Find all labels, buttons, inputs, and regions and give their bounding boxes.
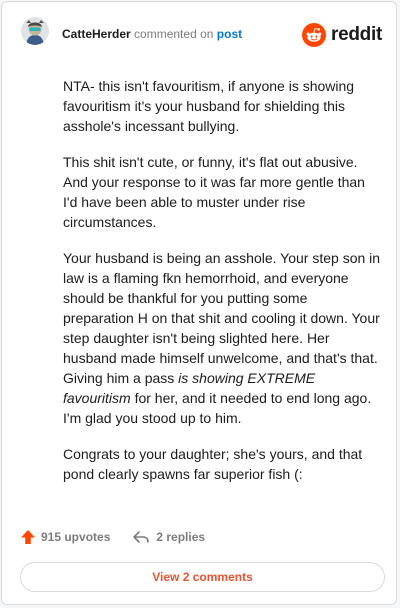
comment-paragraph: NTA- this isn't favouritism, if anyone i…: [63, 76, 381, 136]
comment-card: CatteHerder commented on post reddit NTA…: [1, 1, 397, 605]
reply-count: 2 replies: [156, 530, 206, 544]
avatar-image: [21, 17, 49, 45]
upvote-arrow-icon: [21, 530, 35, 544]
comment-text: This shit isn't cute, or funny, it's fla…: [63, 154, 365, 230]
reddit-wordmark: reddit: [331, 24, 382, 45]
replies-button[interactable]: 2 replies: [132, 529, 205, 545]
comment-header: CatteHerder commented on post reddit: [2, 2, 396, 66]
comment-body: NTA- this isn't favouritism, if anyone i…: [63, 76, 381, 500]
comment-text: Congrats to your daughter; she's yours, …: [63, 446, 363, 482]
post-link[interactable]: post: [217, 27, 242, 41]
comment-text: Your husband is being an asshole. Your s…: [63, 250, 381, 386]
avatar[interactable]: [21, 17, 49, 45]
reddit-snoo-icon: [302, 23, 327, 47]
comment-paragraph: Congrats to your daughter; she's yours, …: [63, 444, 381, 484]
upvote-button[interactable]: 915 upvotes: [20, 529, 110, 545]
comment-paragraph: Your husband is being an asshole. Your s…: [63, 248, 381, 428]
view-comments-button[interactable]: View 2 comments: [20, 562, 385, 592]
upvote-count: 915 upvotes: [41, 530, 111, 544]
reply-arrow-icon: [133, 531, 150, 543]
comment-footer: 915 upvotes 2 replies: [20, 526, 205, 548]
username-link[interactable]: CatteHerder: [62, 27, 131, 41]
reddit-logo[interactable]: reddit: [302, 22, 382, 48]
byline-action: commented on: [134, 27, 214, 41]
byline: CatteHerder commented on post: [62, 27, 242, 42]
comment-text: NTA- this isn't favouritism, if anyone i…: [63, 78, 355, 134]
comment-paragraph: This shit isn't cute, or funny, it's fla…: [63, 152, 381, 232]
